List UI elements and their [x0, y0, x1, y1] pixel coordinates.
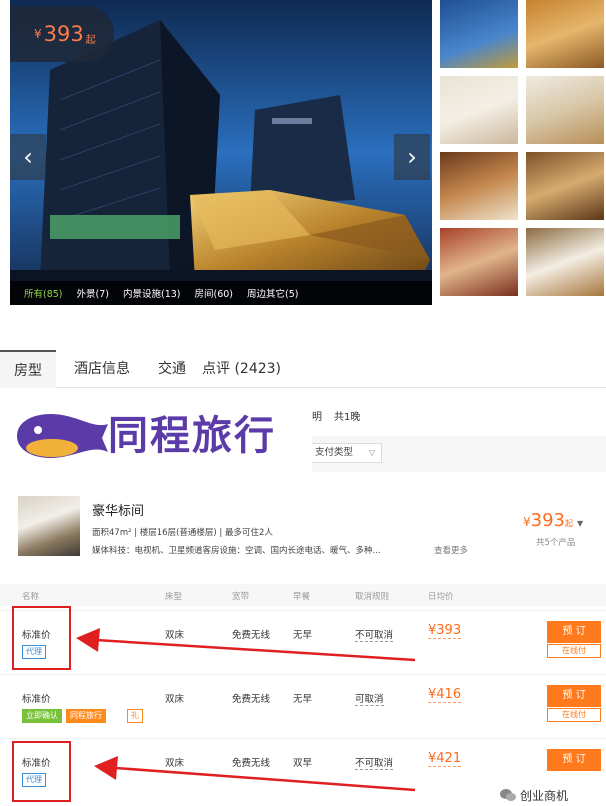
- wechat-icon: [500, 789, 516, 801]
- room-price-suffix: 起: [565, 519, 573, 528]
- pay-type-label: 支付类型: [315, 447, 354, 458]
- room-price-currency: ¥: [523, 515, 531, 529]
- view-more-link[interactable]: 查看更多: [434, 544, 468, 556]
- thumbnail-vase[interactable]: [440, 76, 518, 144]
- wifi-type: 免费无线: [232, 758, 271, 769]
- photo-tab-exterior[interactable]: 外景(7): [77, 286, 109, 300]
- photo-tab-all[interactable]: 所有(85): [24, 286, 63, 300]
- room-card: 豪华标间 面积47m² | 楼层16层(普通楼层) | 最多可住2人 媒体科技：…: [10, 484, 606, 580]
- thumbnail-desk[interactable]: [440, 152, 518, 220]
- annotation-box: [12, 606, 71, 670]
- header-price: 日均价: [428, 592, 454, 602]
- header-wifi: 宽带: [232, 592, 250, 602]
- thumbnail-exterior[interactable]: [440, 0, 518, 68]
- photo-tab-rooms[interactable]: 房间(60): [195, 286, 234, 300]
- breakfast: 双早: [293, 758, 313, 769]
- price-suffix: 起: [85, 34, 96, 46]
- thumbnail-lamp[interactable]: [526, 152, 604, 220]
- photo-category-tabs: 所有(85) 外景(7) 内景设施(13) 房间(60) 周边其它(5): [10, 281, 432, 305]
- photo-gallery: ¥ 393 起 ‹ › 所有(85) 外景(7) 内景设施(13) 房间(60)…: [0, 0, 606, 318]
- daily-price[interactable]: ¥421: [428, 751, 462, 767]
- daily-price[interactable]: ¥416: [428, 687, 462, 703]
- breakfast: 无早: [293, 694, 313, 705]
- room-starting-price: ¥393起 ▼: [523, 510, 583, 531]
- daily-price[interactable]: ¥393: [428, 623, 462, 639]
- table-row: 标准价 代理 双床 免费无线 无早 不可取消 ¥393 预 订 在线付: [0, 610, 606, 670]
- tongcheng-logo: 同程旅行: [0, 392, 312, 480]
- price-currency: ¥: [34, 27, 42, 41]
- nights-count: 共1晚: [334, 412, 361, 423]
- book-button[interactable]: 预 订: [547, 621, 601, 643]
- chevron-down-icon: ▽: [368, 448, 375, 457]
- cancel-rule[interactable]: 可取消: [355, 691, 384, 706]
- date-filter-row: 明 共1晚: [312, 400, 606, 428]
- thumbnail-kitchen[interactable]: [526, 76, 604, 144]
- room-thumbnail[interactable]: [18, 496, 80, 556]
- book-button[interactable]: 预 订: [547, 749, 601, 771]
- header-cancel: 取消规则: [355, 592, 390, 602]
- hotel-detail-tabs: 房型 酒店信息 交通 点评 (2423): [0, 344, 606, 388]
- caret-down-icon[interactable]: ▼: [577, 519, 583, 528]
- tab-traffic[interactable]: 交通: [158, 350, 186, 388]
- tab-reviews[interactable]: 点评 (2423): [202, 350, 281, 388]
- bed-type: 双床: [165, 694, 185, 705]
- product-count: 共5个产品: [536, 538, 576, 548]
- instant-confirm-tag: 立即确认: [22, 709, 62, 723]
- rate-table-header: 名称 床型 宽带 早餐 取消规则 日均价: [0, 584, 606, 606]
- bed-type: 双床: [165, 630, 185, 641]
- wifi-type: 免费无线: [232, 630, 271, 641]
- checkout-date-tail[interactable]: 明: [312, 408, 322, 423]
- table-row: 标准价 立即确认 同程旅行 礼 双床 免费无线 无早 可取消 ¥416 预 订 …: [0, 674, 606, 734]
- photo-tab-surroundings[interactable]: 周边其它(5): [247, 286, 298, 300]
- thumbnail-window[interactable]: [526, 228, 604, 296]
- breakfast: 无早: [293, 630, 313, 641]
- wifi-type: 免费无线: [232, 694, 271, 705]
- chevron-right-icon: ›: [407, 143, 417, 171]
- fish-logo-icon: [17, 414, 108, 458]
- tab-hotel-info[interactable]: 酒店信息: [74, 350, 130, 388]
- header-name: 名称: [22, 592, 40, 602]
- next-photo-button[interactable]: ›: [394, 134, 430, 180]
- thumbnail-room[interactable]: [526, 0, 604, 68]
- book-button[interactable]: 预 订: [547, 685, 601, 707]
- cancel-rule[interactable]: 不可取消: [355, 627, 394, 642]
- bed-type: 双床: [165, 758, 185, 769]
- header-meal: 早餐: [293, 592, 311, 602]
- logo-wordmark: 同程旅行: [108, 413, 276, 459]
- room-price-value: 393: [530, 510, 565, 531]
- photo-tab-interior[interactable]: 内景设施(13): [123, 286, 181, 300]
- header-bed: 床型: [165, 592, 183, 602]
- pay-online-label: 在线付: [547, 708, 601, 722]
- watermark: 创业商机: [500, 786, 573, 804]
- room-name[interactable]: 豪华标间: [92, 500, 144, 519]
- price-value: 393: [43, 22, 84, 46]
- thumbnail-lounge[interactable]: [440, 228, 518, 296]
- prev-photo-button[interactable]: ‹: [10, 134, 46, 180]
- gift-tag: 礼: [127, 709, 143, 723]
- watermark-text: 创业商机: [520, 788, 569, 803]
- tab-room-types[interactable]: 房型: [0, 350, 56, 388]
- rate-name: 标准价: [22, 694, 51, 705]
- tongcheng-tag: 同程旅行: [66, 709, 106, 723]
- pay-online-label: 在线付: [547, 644, 601, 658]
- room-specs: 面积47m² | 楼层16层(普通楼层) | 最多可住2人: [92, 528, 273, 538]
- starting-price-badge: ¥ 393 起: [10, 6, 114, 62]
- annotation-box: [12, 741, 71, 802]
- chevron-left-icon: ‹: [23, 143, 33, 171]
- room-amenities: 媒体科技：电视机、卫星频道客房设施：空调、国内长途电话、暖气、多种...: [92, 546, 381, 556]
- cancel-rule[interactable]: 不可取消: [355, 755, 394, 770]
- thumbnail-grid: [440, 0, 606, 305]
- pay-type-select[interactable]: 支付类型 ▽: [306, 443, 382, 463]
